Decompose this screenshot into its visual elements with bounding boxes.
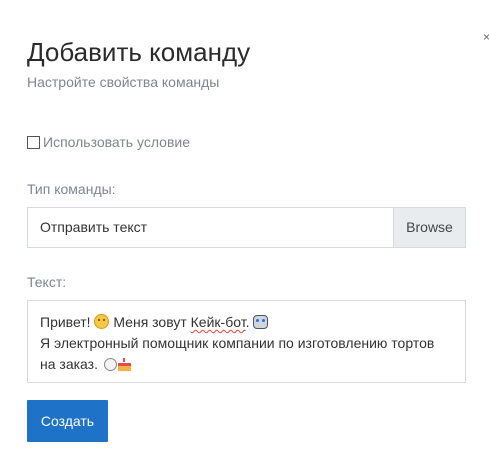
- dialog-subtitle: Настройте свойства команды: [27, 74, 220, 90]
- plate-emoji-icon: [103, 358, 117, 371]
- text-greeting: Привет!: [40, 314, 91, 330]
- text-period: .: [245, 314, 250, 330]
- command-type-value[interactable]: Отправить текст: [28, 208, 393, 247]
- command-type-field[interactable]: Отправить текст Browse: [27, 207, 466, 248]
- cake-emoji-icon: [117, 358, 132, 371]
- add-command-dialog: × Добавить команду Настройте свойства ко…: [0, 0, 489, 455]
- use-condition-checkbox[interactable]: [27, 135, 40, 149]
- browse-button[interactable]: Browse: [393, 208, 465, 247]
- message-text-area[interactable]: Привет! Меня зовут Кейк-бот. Я электронн…: [27, 300, 466, 383]
- smiling-face-emoji-icon: [94, 314, 110, 329]
- robot-emoji-icon: [253, 315, 269, 329]
- text-line-3: на заказ.: [40, 354, 453, 375]
- use-condition-label[interactable]: Использовать условие: [43, 134, 190, 150]
- text-line-3-content: на заказ.: [40, 356, 98, 372]
- close-icon[interactable]: ×: [483, 30, 489, 44]
- text-intro: Меня зовут: [113, 314, 187, 330]
- text-line-2: Я электронный помощник компании по изгот…: [40, 335, 435, 351]
- text-label: Текст:: [27, 274, 67, 290]
- use-condition-row[interactable]: Использовать условие: [27, 134, 190, 150]
- command-type-label: Тип команды:: [27, 181, 116, 197]
- create-button[interactable]: Создать: [27, 400, 108, 442]
- misspelled-word[interactable]: Кейк-бот: [191, 314, 246, 330]
- text-line-1: Привет! Меня зовут Кейк-бот.: [40, 312, 453, 333]
- dialog-title: Добавить команду: [27, 37, 251, 67]
